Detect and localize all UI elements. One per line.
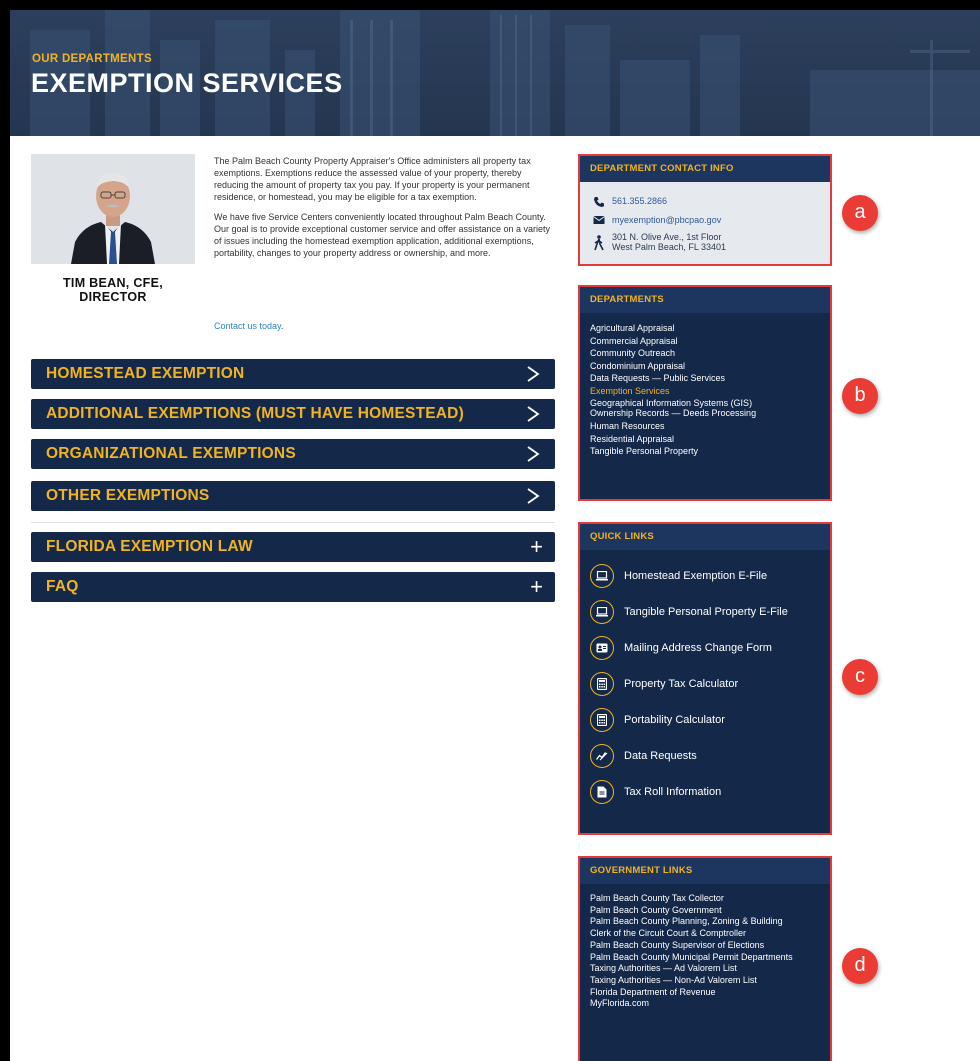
calculator-icon <box>590 708 614 732</box>
hero-banner: OUR DEPARTMENTS EXEMPTION SERVICES <box>10 10 980 136</box>
government-link[interactable]: Palm Beach County Supervisor of Election… <box>590 940 820 952</box>
quick-link-property-tax-calculator[interactable]: Property Tax Calculator <box>590 672 738 696</box>
government-link[interactable]: Clerk of the Circuit Court & Comptroller <box>590 928 820 940</box>
accordion-other-exemptions[interactable]: OTHER EXEMPTIONS <box>31 481 555 511</box>
panel-heading: DEPARTMENT CONTACT INFO <box>580 156 830 182</box>
department-link[interactable]: Human Resources <box>590 420 820 433</box>
departments-panel: DEPARTMENTS Agricultural Appraisal Comme… <box>578 285 832 501</box>
quick-link-label: Tax Roll Information <box>624 786 722 798</box>
government-links-list: Palm Beach County Tax Collector Palm Bea… <box>580 884 830 1010</box>
chevron-right-icon <box>527 366 540 382</box>
mail-icon <box>593 216 605 224</box>
government-link[interactable]: Palm Beach County Government <box>590 905 820 917</box>
plus-icon: + <box>530 534 543 559</box>
chevron-right-icon <box>527 446 540 462</box>
document-icon <box>590 780 614 804</box>
department-link[interactable]: Community Outreach <box>590 347 820 360</box>
laptop-icon <box>590 600 614 624</box>
accordion-organizational-exemptions[interactable]: ORGANIZATIONAL EXEMPTIONS <box>31 439 555 469</box>
accordion-label: FLORIDA EXEMPTION LAW <box>46 538 253 555</box>
page-title: EXEMPTION SERVICES <box>31 68 343 98</box>
plus-icon: + <box>530 574 543 599</box>
accordion-additional-exemptions[interactable]: ADDITIONAL EXEMPTIONS (MUST HAVE HOMESTE… <box>31 399 555 429</box>
accordion-florida-exemption-law[interactable]: FLORIDA EXEMPTION LAW + <box>31 532 555 562</box>
hero-kicker: OUR DEPARTMENTS <box>32 53 152 65</box>
department-contact-panel: DEPARTMENT CONTACT INFO 561.355.2866 mye… <box>578 154 832 266</box>
page-frame: OUR DEPARTMENTS EXEMPTION SERVICES TIM B <box>10 10 980 1061</box>
chevron-right-icon <box>527 488 540 504</box>
government-link[interactable]: Palm Beach County Tax Collector <box>590 893 820 905</box>
phone-number[interactable]: 561.355.2866 <box>612 196 667 206</box>
phone-icon <box>594 197 604 207</box>
quick-link-label: Portability Calculator <box>624 714 725 726</box>
accordion-label: ADDITIONAL EXEMPTIONS (MUST HAVE HOMESTE… <box>46 405 464 422</box>
department-link[interactable]: Residential Appraisal <box>590 433 820 446</box>
quick-link-data-requests[interactable]: Data Requests <box>590 744 697 768</box>
laptop-icon <box>590 564 614 588</box>
annotation-marker-a: a <box>842 195 878 231</box>
government-link[interactable]: Florida Department of Revenue <box>590 987 820 999</box>
section-divider <box>31 522 555 523</box>
quick-link-tangible-efile[interactable]: Tangible Personal Property E-File <box>590 600 788 624</box>
accordion-label: HOMESTEAD EXEMPTION <box>46 365 245 382</box>
department-link[interactable]: Data Requests — Public Services <box>590 372 820 385</box>
intro-text: The Palm Beach County Property Appraiser… <box>214 155 554 267</box>
phone-row[interactable]: 561.355.2866 <box>592 196 667 208</box>
government-link[interactable]: Taxing Authorities — Non-Ad Valorem List <box>590 975 820 987</box>
department-link[interactable]: Geographical Information Systems (GIS) <box>590 398 820 408</box>
intro-paragraph-2: We have five Service Centers convenientl… <box>214 212 551 258</box>
quick-link-label: Property Tax Calculator <box>624 678 739 690</box>
accordion-label: ORGANIZATIONAL EXEMPTIONS <box>46 445 296 462</box>
director-title-line2: DIRECTOR <box>79 290 147 304</box>
quick-link-tax-roll[interactable]: Tax Roll Information <box>590 780 721 804</box>
department-link[interactable]: Agricultural Appraisal <box>590 322 820 335</box>
accordion-label: FAQ <box>46 578 79 595</box>
id-card-icon <box>590 636 614 660</box>
intro-paragraph-1: The Palm Beach County Property Appraiser… <box>214 156 531 202</box>
contact-us-period: . <box>280 321 284 331</box>
email-address[interactable]: myexemption@pbcpao.gov <box>612 215 721 225</box>
director-name-line1: TIM BEAN, CFE, <box>62 276 164 290</box>
department-link[interactable]: Condominium Appraisal <box>590 360 820 373</box>
accordion-homestead-exemption[interactable]: HOMESTEAD EXEMPTION <box>31 359 555 389</box>
contact-us-link[interactable]: Contact us today. <box>214 321 283 331</box>
government-link[interactable]: Taxing Authorities — Ad Valorem List <box>590 963 820 975</box>
department-link[interactable]: Commercial Appraisal <box>590 335 820 348</box>
government-link[interactable]: MyFlorida.com <box>590 998 820 1010</box>
chevron-right-icon <box>527 406 540 422</box>
quick-link-label: Mailing Address Change Form <box>624 642 772 654</box>
quick-link-homestead-efile[interactable]: Homestead Exemption E-File <box>590 564 767 588</box>
contact-us-link-text[interactable]: Contact us today <box>214 321 281 331</box>
quick-link-label: Data Requests <box>624 750 697 762</box>
government-link[interactable]: Palm Beach County Planning, Zoning & Bui… <box>590 916 820 928</box>
panel-heading: GOVERNMENT LINKS <box>580 858 830 884</box>
department-link[interactable]: Ownership Records — Deeds Processing <box>590 408 820 418</box>
chart-icon <box>590 744 614 768</box>
director-photo <box>31 154 195 264</box>
quick-links-panel: QUICK LINKS Homestead Exemption E-File T… <box>578 522 832 835</box>
accordion-label: OTHER EXEMPTIONS <box>46 487 210 504</box>
quick-link-label: Homestead Exemption E-File <box>624 570 768 582</box>
accordion-faq[interactable]: FAQ + <box>31 572 555 602</box>
address-line-2: West Palm Beach, FL 33401 <box>612 242 727 252</box>
government-links-panel: GOVERNMENT LINKS Palm Beach County Tax C… <box>578 856 832 1061</box>
annotation-marker-c: c <box>842 659 878 695</box>
panel-heading: QUICK LINKS <box>580 524 830 550</box>
director-name: TIM BEAN, CFE, DIRECTOR <box>31 276 195 304</box>
annotation-marker-b: b <box>842 378 878 414</box>
quick-link-mailing-address[interactable]: Mailing Address Change Form <box>590 636 772 660</box>
quick-link-portability-calculator[interactable]: Portability Calculator <box>590 708 725 732</box>
government-link[interactable]: Palm Beach County Municipal Permit Depar… <box>590 952 820 964</box>
walking-person-icon <box>594 235 604 251</box>
departments-list: Agricultural Appraisal Commercial Apprai… <box>580 313 830 458</box>
address-line-1: 301 N. Olive Ave., 1st Floor <box>612 232 722 242</box>
annotation-marker-d: d <box>842 948 878 984</box>
calculator-icon <box>590 672 614 696</box>
panel-heading: DEPARTMENTS <box>580 287 830 313</box>
department-link-active[interactable]: Exemption Services <box>590 385 820 398</box>
quick-link-label: Tangible Personal Property E-File <box>624 606 788 618</box>
address-row: 301 N. Olive Ave., 1st Floor West Palm B… <box>592 232 726 252</box>
department-link[interactable]: Tangible Personal Property <box>590 445 820 458</box>
email-row[interactable]: myexemption@pbcpao.gov <box>592 215 721 225</box>
